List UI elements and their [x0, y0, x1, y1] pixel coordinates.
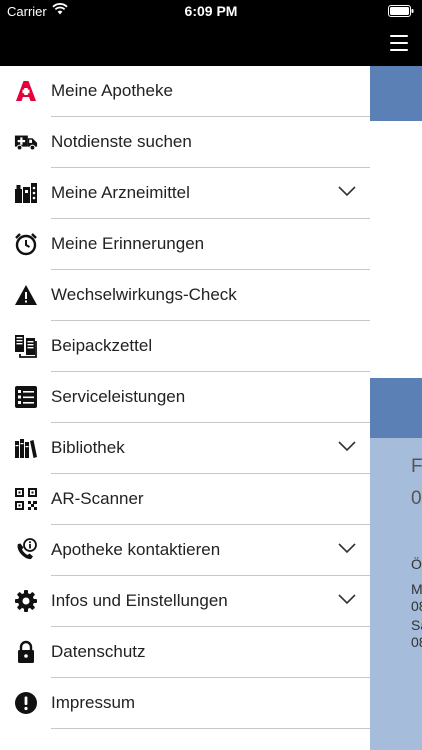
menu-item-label: Impressum: [51, 693, 136, 712]
menu-item-meine-arzneimittel[interactable]: Meine Arzneimittel: [0, 168, 370, 219]
menu-item-bibliothek[interactable]: Bibliothek: [0, 423, 370, 474]
menu-item-label: Datenschutz: [51, 642, 146, 661]
menu-item-label: Meine Erinnerungen: [51, 234, 205, 253]
content-fragment: M: [411, 581, 422, 597]
ambulance-icon: [14, 130, 38, 154]
menu-item-meine-erinnerungen[interactable]: Meine Erinnerungen: [0, 219, 370, 270]
main-content-behind-drawer: F 0 Ö M 08 Sa 08: [370, 66, 422, 750]
menu-item-label: Wechselwirkungs-Check: [51, 285, 237, 304]
exclamation-icon: [14, 691, 38, 715]
menu-item-infos-und-einstellungen[interactable]: Infos und Einstellungen: [0, 576, 370, 627]
menu-item-serviceleistungen[interactable]: Serviceleistungen: [0, 372, 370, 423]
service-list-icon: [14, 385, 38, 409]
gear-icon: [14, 589, 38, 613]
menu-item-wechselwirkungs-check[interactable]: Wechselwirkungs-Check: [0, 270, 370, 321]
chevron-down-icon[interactable]: [338, 185, 356, 197]
content-fragment: Sa: [411, 617, 422, 633]
menu-item-label: Bibliothek: [51, 438, 125, 457]
menu-item-ar-scanner[interactable]: AR-Scanner: [0, 474, 370, 525]
menu-item-label: Notdienste suchen: [51, 132, 192, 151]
lock-icon: [14, 640, 38, 664]
side-drawer-menu: Meine Apotheke Notdienste suchen Meine A…: [0, 66, 370, 750]
alarm-clock-icon: [14, 232, 38, 256]
menu-item-label: Meine Arzneimittel: [51, 183, 190, 202]
content-fragment: Ö: [411, 556, 422, 572]
battery-icon: [388, 5, 414, 20]
hamburger-menu-icon[interactable]: [390, 35, 408, 53]
qr-code-icon: [14, 487, 38, 511]
status-bar: Carrier 6:09 PM: [0, 0, 422, 24]
pharmacy-icon: [14, 79, 38, 103]
content-header-band: [370, 66, 422, 121]
chevron-down-icon[interactable]: [338, 593, 356, 605]
clock: 6:09 PM: [184, 3, 238, 19]
content-fragment: 08: [411, 598, 422, 614]
phone-info-icon: [14, 538, 38, 562]
menu-item-label: Serviceleistungen: [51, 387, 186, 406]
menu-item-datenschutz[interactable]: Datenschutz: [0, 627, 370, 678]
divider: [51, 728, 370, 729]
menu-item-notdienste-suchen[interactable]: Notdienste suchen: [0, 117, 370, 168]
library-icon: [14, 436, 38, 460]
menu-item-meine-apotheke[interactable]: Meine Apotheke: [0, 66, 370, 117]
menu-item-label: Meine Apotheke: [51, 81, 173, 100]
content-fragment: F: [411, 456, 422, 477]
content-fragment: 08: [411, 634, 422, 650]
chevron-down-icon[interactable]: [338, 440, 356, 452]
content-section-header: [370, 378, 422, 438]
medicine-icon: [14, 181, 38, 205]
leaflet-icon: [14, 334, 38, 358]
chevron-down-icon[interactable]: [338, 542, 356, 554]
warning-icon: [14, 283, 38, 307]
menu-item-label: AR-Scanner: [51, 489, 144, 508]
menu-item-label: Beipackzettel: [51, 336, 153, 355]
menu-item-apotheke-kontaktieren[interactable]: Apotheke kontaktieren: [0, 525, 370, 576]
menu-item-impressum[interactable]: Impressum: [0, 678, 370, 729]
navigation-bar: [0, 24, 422, 66]
menu-item-beipackzettel[interactable]: Beipackzettel: [0, 321, 370, 372]
content-fragment: 0: [411, 488, 422, 509]
menu-item-label: Apotheke kontaktieren: [51, 540, 221, 559]
menu-item-label: Infos und Einstellungen: [51, 591, 228, 610]
